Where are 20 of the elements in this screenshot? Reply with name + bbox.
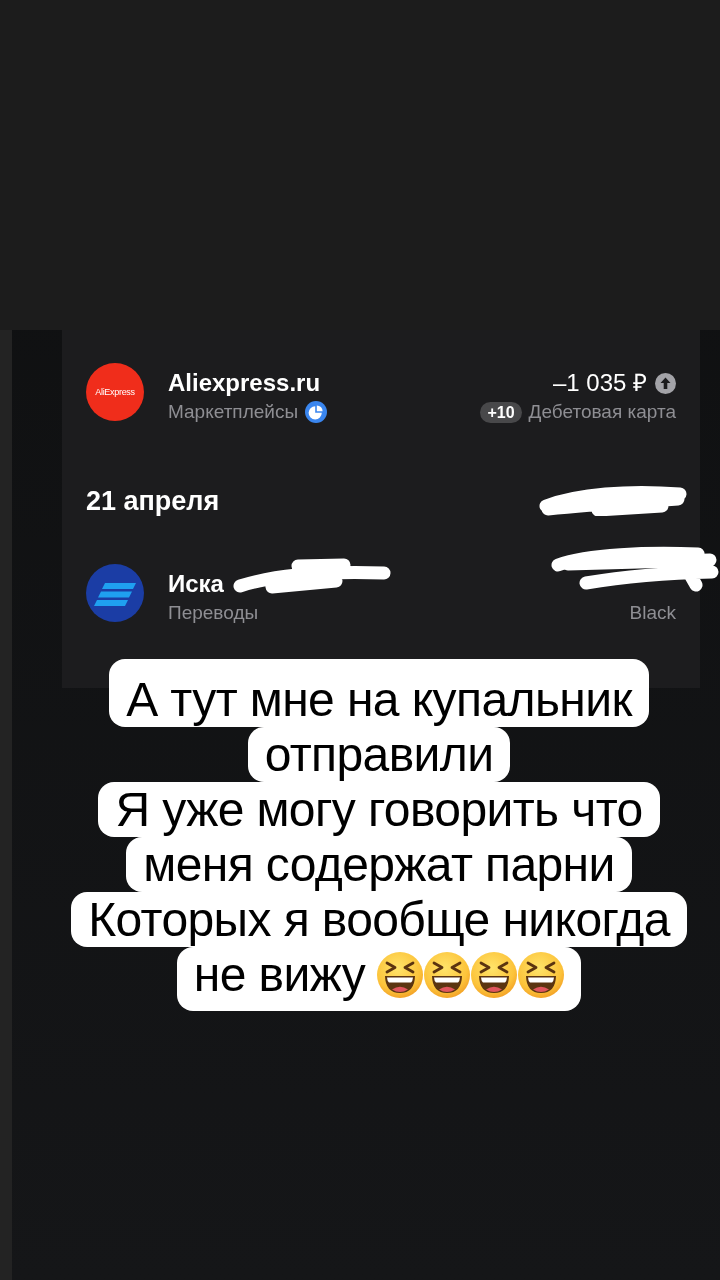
merchant-name: Aliexpress.ru [168,368,321,398]
account-label: Дебетовая карта [528,400,676,424]
laughing-face-icon [471,951,518,998]
category-label: Маркетплейсы [168,400,299,424]
caption-text: Я уже могу говорить что [98,782,660,837]
category-label: Переводы [168,601,259,625]
cashback-badge: +10 [480,401,522,423]
merchant-name: Иска [168,569,224,599]
amount-text: –1 035 ₽ [552,368,647,398]
date-heading: 21 апреля [86,485,220,518]
caption-text: А тут мне на купальник [109,659,649,727]
laughing-face-icon [518,951,565,998]
caption-text: отправили [247,727,511,782]
laughing-face-icon [424,951,471,998]
caption-text: меня содержат парни [126,837,632,892]
store-logo: AliExpress [86,363,144,421]
caption-text: Которых я вообще никогда [71,892,687,947]
caption-text: не вижу [193,947,366,1002]
laughing-face-icon [377,951,424,998]
account-label: Black [629,601,676,625]
